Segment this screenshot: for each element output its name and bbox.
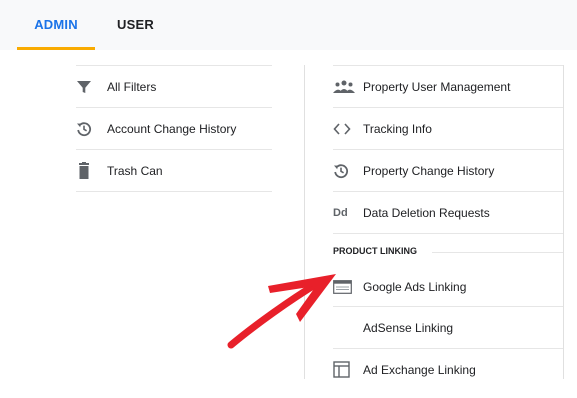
menu-item-label: Ad Exchange Linking bbox=[363, 362, 476, 377]
column-bottom-divider bbox=[76, 191, 272, 192]
menu-item-account-change-history[interactable]: Account Change History bbox=[76, 107, 272, 149]
menu-item-data-deletion-requests[interactable]: Dd Data Deletion Requests bbox=[333, 191, 563, 233]
annotation-arrow-stroke bbox=[238, 280, 324, 338]
code-icon bbox=[333, 122, 363, 135]
menu-item-adsense-linking[interactable]: AdSense Linking bbox=[333, 306, 563, 348]
filter-icon bbox=[76, 79, 107, 95]
history-icon bbox=[333, 163, 363, 179]
menu-item-google-ads-linking[interactable]: Google Ads Linking bbox=[333, 268, 563, 306]
people-icon bbox=[333, 80, 363, 94]
google-ads-icon bbox=[333, 280, 363, 294]
menu-item-label: Google Ads Linking bbox=[363, 280, 467, 294]
admin-tab-bar: ADMIN USER bbox=[0, 0, 577, 50]
annotation-arrow-head bbox=[268, 274, 336, 322]
column-divider bbox=[304, 65, 305, 379]
menu-item-property-change-history[interactable]: Property Change History bbox=[333, 149, 563, 191]
menu-item-all-filters[interactable]: All Filters bbox=[76, 65, 272, 107]
menu-item-tracking-info[interactable]: Tracking Info bbox=[333, 107, 563, 149]
menu-item-ad-exchange-linking[interactable]: Ad Exchange Linking bbox=[333, 348, 563, 390]
section-divider bbox=[432, 252, 563, 253]
menu-item-trash-can[interactable]: Trash Can bbox=[76, 149, 272, 191]
dd-icon: Dd bbox=[333, 206, 348, 219]
history-icon bbox=[76, 121, 107, 137]
menu-item-property-user-management[interactable]: Property User Management bbox=[333, 65, 563, 107]
trash-icon bbox=[76, 161, 107, 180]
menu-item-label: Tracking Info bbox=[363, 121, 432, 136]
account-column: All Filters Account Change History Trash… bbox=[76, 65, 272, 192]
menu-item-label: AdSense Linking bbox=[363, 320, 454, 335]
menu-item-label: Property User Management bbox=[363, 79, 511, 94]
property-column: Property User Management Tracking Info P… bbox=[333, 65, 563, 390]
menu-item-label: Trash Can bbox=[107, 163, 163, 178]
section-title: PRODUCT LINKING bbox=[333, 246, 417, 256]
menu-item-label: All Filters bbox=[107, 79, 157, 94]
menu-item-label: Property Change History bbox=[363, 163, 495, 178]
tab-admin[interactable]: ADMIN bbox=[17, 0, 95, 50]
menu-item-label: Account Change History bbox=[107, 121, 237, 136]
menu-item-label: Data Deletion Requests bbox=[363, 205, 490, 220]
section-header-product-linking: PRODUCT LINKING bbox=[333, 233, 563, 268]
column-divider bbox=[563, 65, 564, 379]
tab-user[interactable]: USER bbox=[117, 0, 154, 50]
ad-exchange-icon bbox=[333, 361, 363, 378]
